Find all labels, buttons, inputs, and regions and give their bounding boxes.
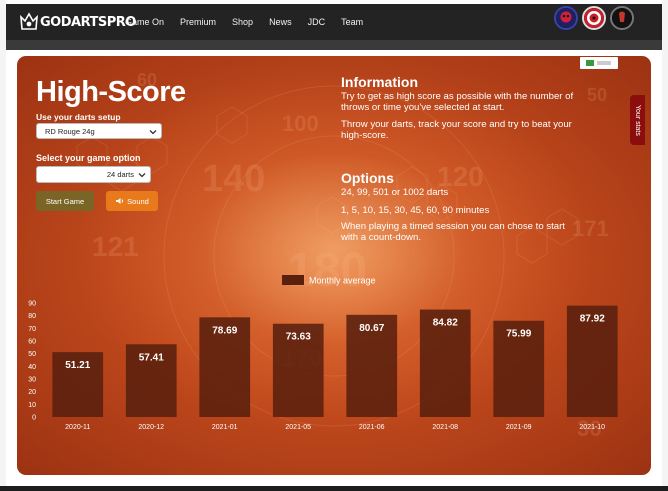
page-frame-bottom [0,486,668,491]
bar-value-label: 75.99 [506,329,531,340]
nav-link-game-on[interactable]: Game On [125,17,164,27]
x-tick-label: 2021-08 [432,424,458,431]
nav-link-jdc[interactable]: JDC [308,17,326,27]
nav-link-premium[interactable]: Premium [180,17,216,27]
legend-swatch [282,275,304,285]
bar-value-label: 73.63 [286,332,311,343]
bar-value-label: 51.21 [65,360,90,371]
bar-value-label: 87.92 [580,314,605,325]
top-navbar: GODARTSPRO Game On Premium Shop News JDC… [6,4,662,40]
x-tick-label: 2020-12 [138,424,164,431]
x-tick-label: 2021-05 [285,424,311,431]
avatar-skull-icon[interactable] [554,6,578,30]
y-tick-label: 90 [28,301,36,308]
y-tick-label: 20 [28,389,36,396]
x-tick-label: 2021-06 [359,424,385,431]
nav-link-shop[interactable]: Shop [232,17,253,27]
monthly-average-chart: 0 10 20 30 40 50 60 70 80 90 51.21 2020-11 57.41 2020… [28,275,618,431]
legend-label: Monthly average [309,276,376,286]
y-tick-label: 50 [28,351,36,358]
x-tick-label: 2021-10 [579,424,605,431]
y-tick-label: 10 [28,402,36,409]
site-logo[interactable]: GODARTSPRO [20,7,136,37]
x-tick-label: 2021-09 [506,424,532,431]
dartboard-icon[interactable] [582,6,606,30]
logo-text: GODARTSPRO [40,14,136,30]
nav-link-team[interactable]: Team [341,17,363,27]
y-tick-label: 70 [28,326,36,333]
profile-avatar-icon[interactable] [610,6,634,30]
crown-icon [20,12,38,30]
y-tick-label: 0 [32,415,36,422]
y-tick-label: 60 [28,339,36,346]
bar-value-label: 57.41 [139,352,164,363]
y-tick-label: 40 [28,364,36,371]
bar-value-label: 84.82 [433,318,458,329]
y-tick-label: 30 [28,377,36,384]
nav-user-icons [550,6,634,30]
nav-links: Game On Premium Shop News JDC Team [125,4,379,40]
x-tick-label: 2021-01 [212,424,238,431]
page-frame-right [662,0,668,491]
page-frame-left [0,0,6,491]
nav-link-news[interactable]: News [269,17,292,27]
bar-value-label: 78.69 [212,325,237,336]
x-tick-label: 2020-11 [65,424,90,431]
bar-value-label: 80.67 [359,323,384,334]
nav-underbar [6,40,662,50]
y-tick-label: 80 [28,313,36,320]
